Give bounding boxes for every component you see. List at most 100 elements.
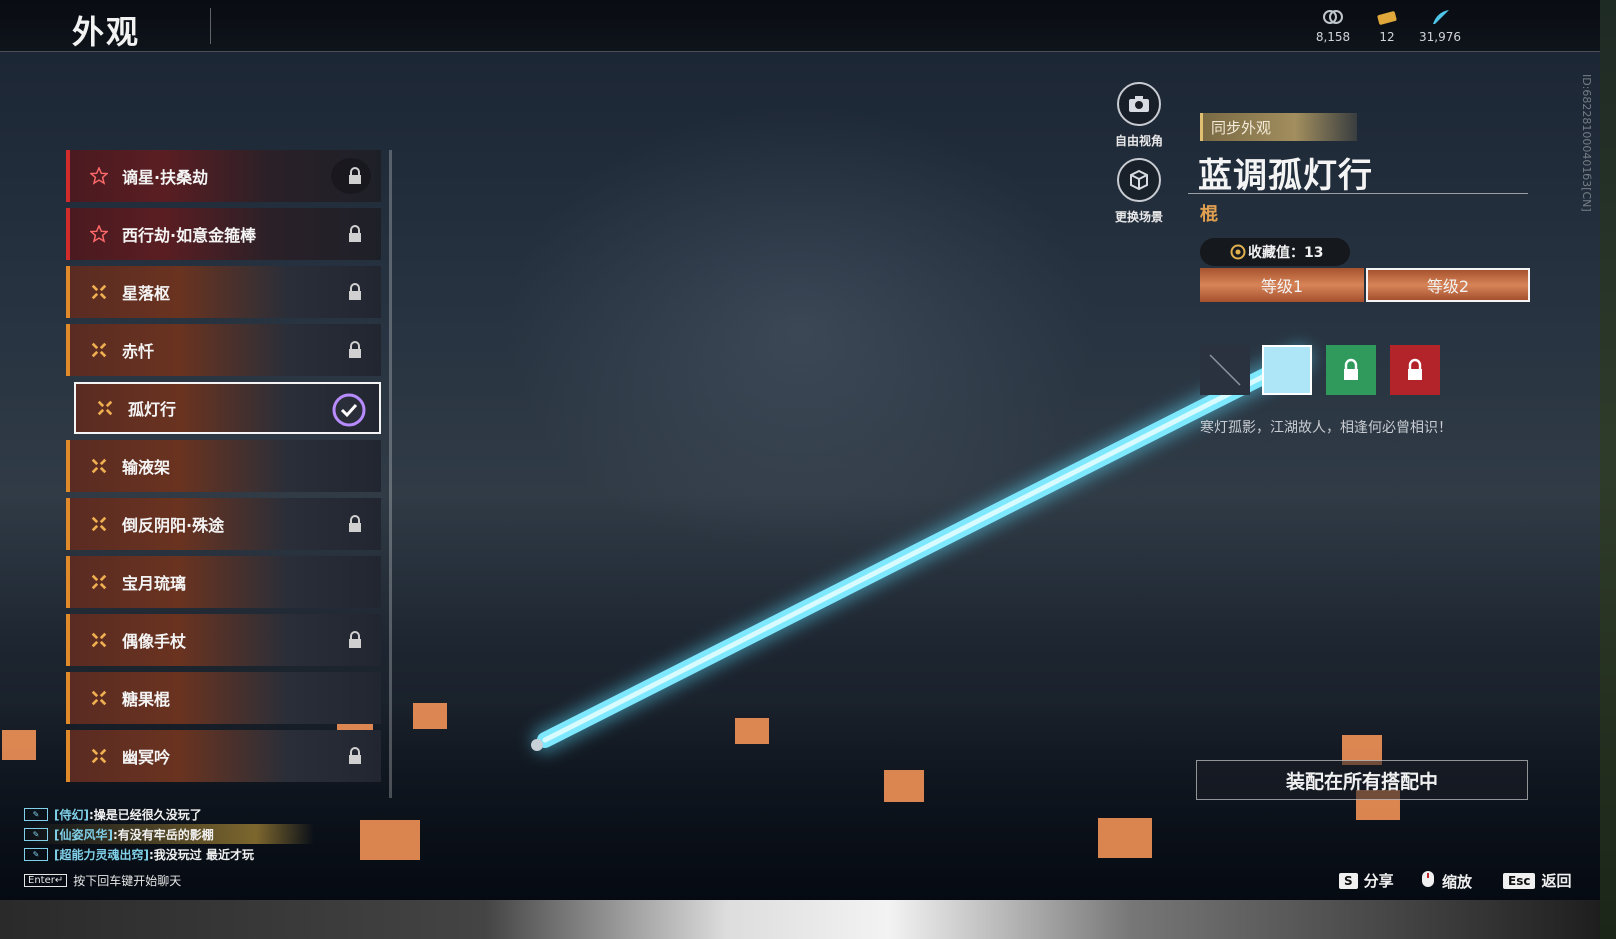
feather-icon	[1410, 8, 1470, 28]
chat-line: ✎ [侍幻] :操是已经很久没玩了	[24, 804, 344, 824]
lantern	[884, 770, 924, 802]
list-item[interactable]: 赤忏	[66, 324, 381, 376]
list-item[interactable]: 星落枢	[66, 266, 381, 318]
lock-icon	[347, 515, 363, 533]
chat-sender: [超能力灵魂出窍]	[54, 847, 149, 862]
list-item-label: 糖果棍	[122, 690, 171, 709]
currency-silver-value: 8,158	[1315, 30, 1351, 44]
lock-icon	[347, 283, 363, 301]
list-item-label: 宝月琉璃	[122, 574, 187, 593]
zoom-label: 缩放	[1442, 872, 1473, 891]
page-title: 外观	[72, 13, 141, 51]
rarity-cross-icon	[88, 745, 110, 767]
lantern	[2, 730, 36, 760]
enter-key-badge: Enter↵	[24, 874, 68, 887]
rarity-cross-icon	[88, 339, 110, 361]
chat-message: :我没玩过 最近才玩	[148, 847, 254, 862]
back-label: 返回	[1541, 872, 1572, 890]
list-scrollbar[interactable]	[389, 150, 392, 798]
rarity-cross-icon	[88, 687, 110, 709]
background-photo-strip	[0, 900, 1616, 939]
chat-box[interactable]: ✎ [侍幻] :操是已经很久没玩了 ✎ [仙姿风华] :有没有牢岳的影棚 ✎ […	[24, 804, 344, 864]
list-item-label: 西行劫·如意金箍棒	[122, 226, 257, 245]
change-scene-button[interactable]: 更换场景	[1099, 158, 1179, 225]
list-item[interactable]: 糖果棍	[66, 672, 381, 724]
rarity-cross-icon	[88, 513, 110, 535]
color-swatch-blue[interactable]	[1262, 345, 1312, 395]
collection-value-badge: 收藏值：13	[1200, 238, 1350, 266]
list-item[interactable]: 谪星·扶桑劫	[66, 150, 381, 202]
collection-value: 收藏值：13	[1248, 245, 1324, 261]
list-item[interactable]: 倒反阴阳·殊途	[66, 498, 381, 550]
rarity-cross-icon	[88, 571, 110, 593]
currency-ticket-value: 12	[1379, 30, 1395, 44]
share-button[interactable]: S 分享	[1339, 870, 1394, 891]
share-key-badge: S	[1339, 872, 1358, 889]
tab-level-2[interactable]: 等级2	[1366, 268, 1530, 302]
star-outline-icon	[88, 223, 110, 245]
list-item[interactable]: 西行劫·如意金箍棒	[66, 208, 381, 260]
list-item[interactable]: 偶像手杖	[66, 614, 381, 666]
lantern	[360, 820, 420, 860]
lock-icon	[347, 341, 363, 359]
share-label: 分享	[1363, 872, 1394, 890]
lantern	[413, 703, 447, 729]
list-item[interactable]: 幽冥吟	[66, 730, 381, 782]
chat-line: ✎ [超能力灵魂出窍] :我没玩过 最近才玩	[24, 844, 344, 864]
name-divider	[1188, 193, 1528, 194]
list-item-label: 输液架	[122, 458, 171, 477]
esc-key-badge: Esc	[1503, 872, 1536, 889]
back-button[interactable]: Esc 返回	[1503, 870, 1571, 891]
list-item-selected[interactable]: 孤灯行	[74, 382, 381, 434]
list-item-label: 星落枢	[122, 284, 171, 303]
sync-appearance-tag: 同步外观	[1200, 113, 1357, 141]
lantern	[1098, 818, 1152, 858]
title-divider	[210, 8, 211, 44]
currency-ticket: 12	[1357, 8, 1417, 44]
zoom-button[interactable]: 缩放	[1420, 870, 1472, 892]
equipped-check-icon	[331, 392, 367, 428]
player-id: ID:682281000401б3[CN]	[1580, 74, 1593, 212]
equip-all-button[interactable]: 装配在所有搭配中	[1196, 760, 1528, 800]
chat-line: ✎ [仙姿风华] :有没有牢岳的影棚	[24, 824, 314, 844]
list-item-label: 孤灯行	[128, 400, 177, 419]
list-item[interactable]: 宝月琉璃	[66, 556, 381, 608]
list-item-label: 幽冥吟	[122, 748, 171, 767]
lock-icon	[347, 747, 363, 765]
free-view-button[interactable]: 自由视角	[1099, 82, 1179, 149]
chat-channel-icon: ✎	[24, 847, 48, 861]
background-edge-strip	[1600, 0, 1616, 939]
ticket-icon	[1357, 8, 1417, 28]
skin-name: 蓝调孤灯行	[1198, 156, 1373, 196]
chat-hint[interactable]: Enter↵ 按下回车键开始聊天	[24, 872, 181, 889]
lock-icon	[347, 225, 363, 243]
chat-message: :有没有牢岳的影棚	[112, 827, 214, 842]
rarity-cross-icon	[88, 281, 110, 303]
chat-sender: [侍幻]	[54, 807, 89, 822]
mouse-icon	[1420, 870, 1436, 892]
weapon-type: 棍	[1200, 204, 1218, 225]
top-bar: 外观 8,158 12 31,976	[0, 0, 1600, 52]
currency-feather-value: 31,976	[1419, 30, 1461, 44]
skin-description: 寒灯孤影，江湖故人，相逢何必曾相识！	[1200, 420, 1452, 436]
color-swatch-none[interactable]	[1200, 345, 1250, 395]
list-item-label: 偶像手杖	[122, 632, 187, 651]
chat-channel-icon: ✎	[24, 807, 48, 821]
color-swatch-green[interactable]	[1326, 345, 1376, 395]
camera-icon	[1117, 82, 1161, 126]
lantern	[735, 718, 769, 744]
list-item-label: 赤忏	[122, 342, 155, 361]
color-swatch-red[interactable]	[1390, 345, 1440, 395]
lock-icon	[347, 167, 363, 185]
currency-feather: 31,976	[1410, 8, 1470, 44]
chat-message: :操是已经很久没玩了	[88, 807, 202, 822]
tab-level-1[interactable]: 等级1	[1200, 268, 1364, 302]
list-item-label: 倒反阴阳·殊途	[122, 516, 225, 535]
free-view-label: 自由视角	[1114, 134, 1163, 148]
currency-silver: 8,158	[1303, 8, 1363, 44]
skin-list[interactable]: 谪星·扶桑劫 西行劫·如意金箍棒 星落枢 赤忏 孤灯行 输液架 倒反阴阳·殊途 …	[66, 150, 386, 798]
list-item-label: 谪星·扶桑劫	[122, 168, 209, 187]
collection-coin-icon	[1230, 244, 1246, 260]
list-item[interactable]: 输液架	[66, 440, 381, 492]
change-scene-label: 更换场景	[1114, 210, 1163, 224]
